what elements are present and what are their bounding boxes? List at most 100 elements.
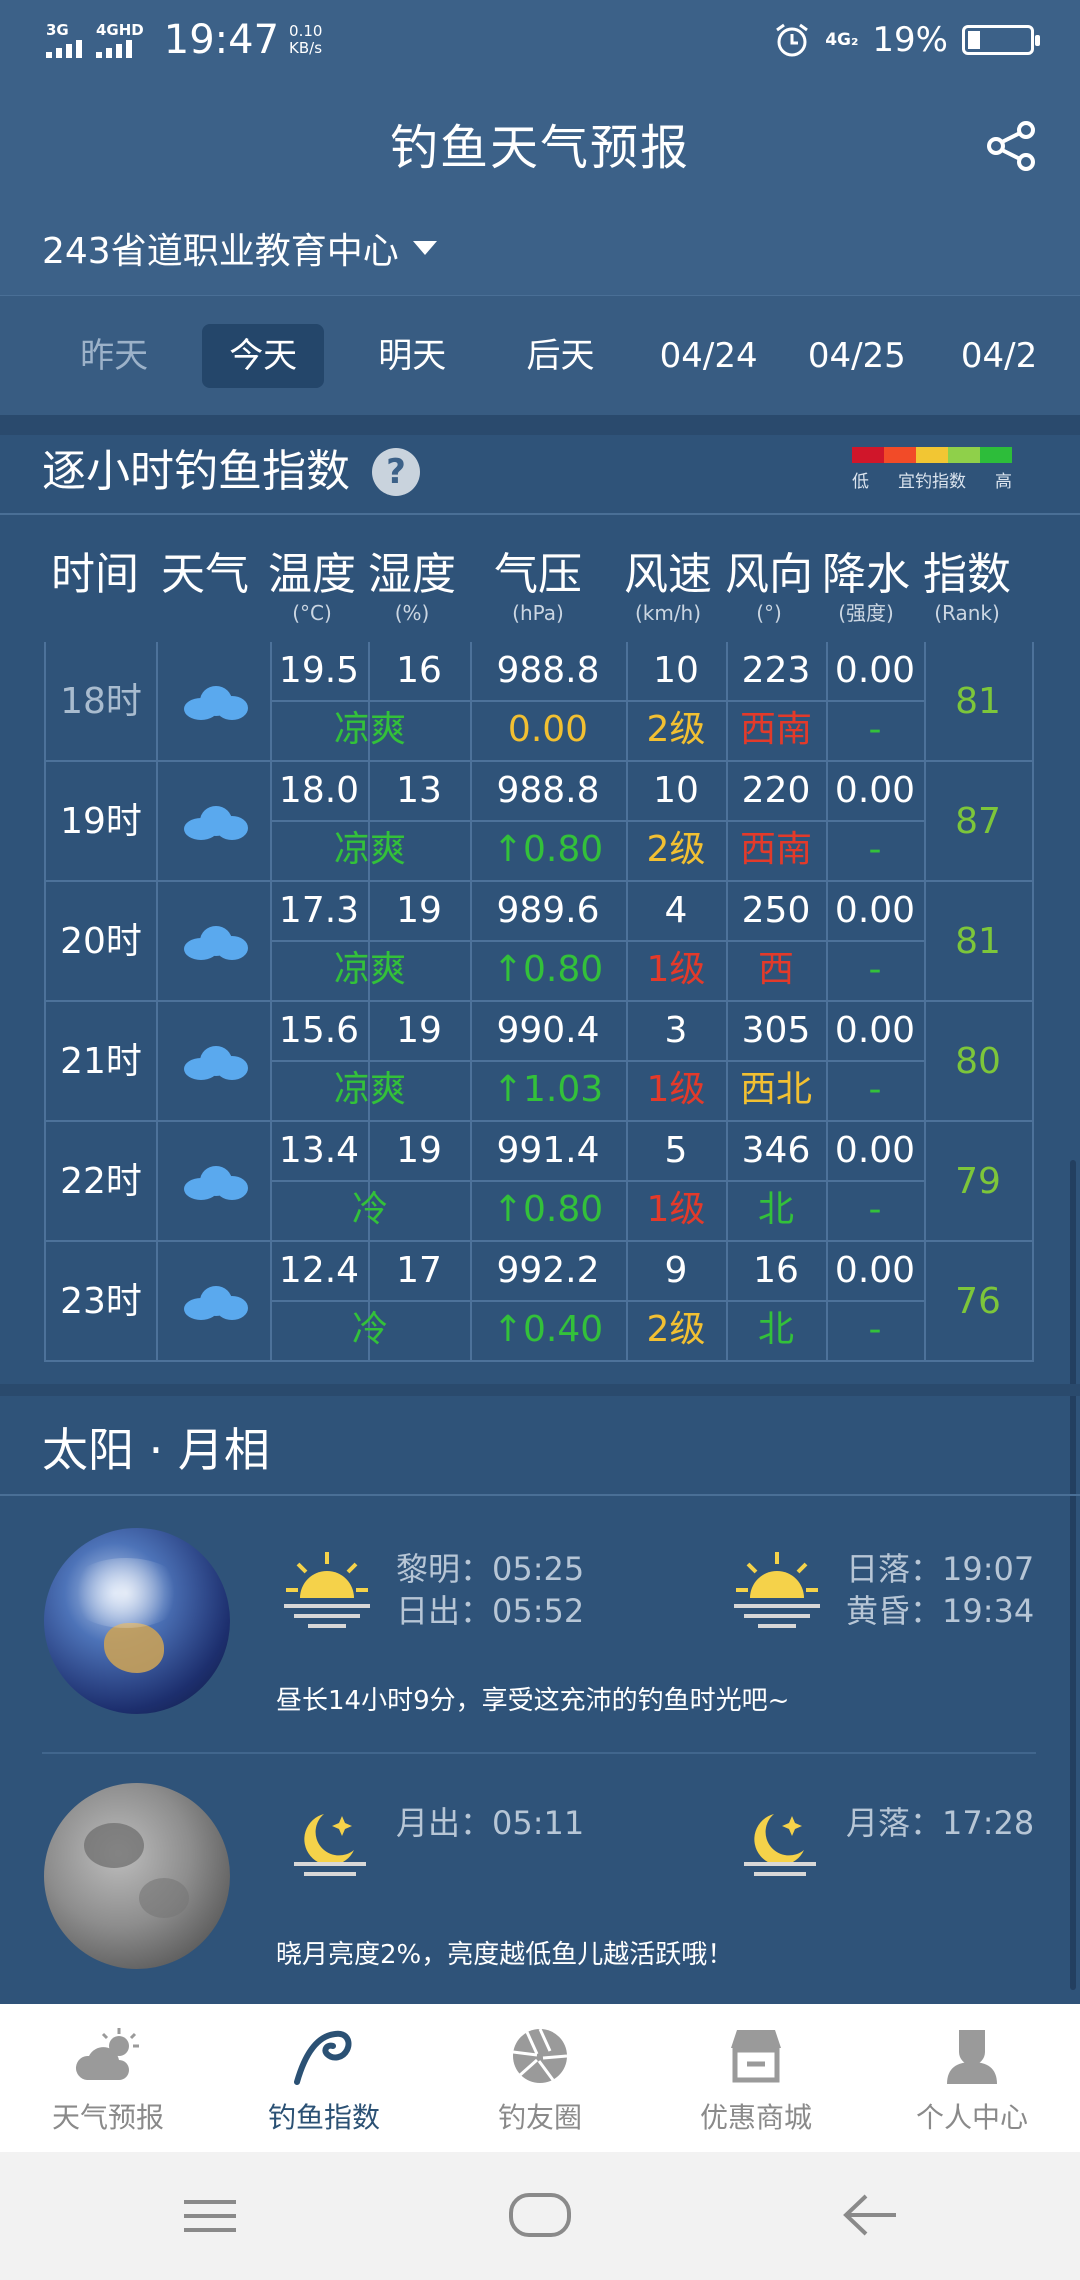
wind-level-cell: 1级 [646,1189,706,1230]
grid-line [156,882,158,1000]
comfort-cell: 凉爽 [333,1069,406,1110]
column-unit: (°C) [292,601,332,625]
fishing-index-cell: 81 [955,681,1001,722]
wind-speed-cell: 3 [664,1010,688,1051]
tab-tomorrow[interactable]: 明天 [338,324,486,388]
tab-today[interactable]: 今天 [202,323,325,388]
fishing-index-cell: 76 [955,1281,1001,1322]
wind-direction-cell: 346 [741,1130,811,1171]
tab-date[interactable]: 04/2 [931,324,1080,388]
hour-cell: 21时 [60,1041,142,1082]
chevron-down-icon [412,241,437,255]
table-column-headers: 时间 天气 温度 (°C) 湿度 (%) 气压 (hPa) 风速 (km/h) 风向 (°) 降水 (强度… [42,548,1042,638]
comfort-cell: 冷 [351,1309,388,1350]
sunset-time: 日落：19:07 [846,1550,1035,1588]
menu-icon[interactable] [180,2196,240,2236]
wind-direction-name-cell: 西南 [739,709,812,750]
comfort-cell: 凉爽 [333,709,406,750]
column-header: 风向 (°) [714,548,824,624]
table-row: 23时 12.4 17 992.2 9 16 0.00 冷 ↑0.40 2级 北 - 76 [44,1242,1034,1362]
moonset-icon [744,1814,816,1876]
column-title: 风速 [624,549,712,600]
sun-moon-header: 太阳 · 月相 [0,1396,1080,1496]
pressure-change-cell: ↑0.40 [492,1309,604,1350]
humidity-cell: 19 [396,890,442,931]
section-title: 太阳 · 月相 [42,1423,270,1477]
precipitation-level-cell: - [868,709,882,750]
fishing-index-legend: 低 宜钓指数 高 [852,447,1012,492]
help-icon[interactable]: ? [372,448,420,496]
nav-discount-mall[interactable]: 优惠商城 [648,2004,864,2152]
column-title: 温度 [268,549,356,600]
location-selector[interactable]: 243省道职业教育中心 [42,222,437,274]
column-title: 风向 [725,549,813,600]
tab-day-after[interactable]: 后天 [486,324,634,388]
divider [42,1752,1036,1754]
pressure-change-cell: 0.00 [507,709,589,750]
wind-level-cell: 2级 [646,709,706,750]
wind-level-cell: 1级 [646,949,706,990]
nav-fishing-index[interactable]: 钓鱼指数 [216,2004,432,2152]
share-icon[interactable] [984,118,1040,174]
legend-high: 高 [995,472,1012,492]
pressure-cell: 988.8 [496,650,600,691]
app-screen: 3G 4GHD 19:47 0.10 KB/s 4G₂ 19% 钓鱼天气预报 2 [0,0,1080,2280]
column-header: 天气 [150,548,260,602]
hourly-table: 18时 19.5 16 988.8 10 223 0.00 凉爽 0.00 2级 西南 -81 19时 1… [44,642,1034,1362]
home-icon[interactable] [508,2190,572,2240]
column-header: 指数 (Rank) [912,548,1022,624]
sunset-icon [734,1552,820,1628]
cloud-icon [184,684,248,720]
column-header: 时间 [40,548,150,602]
pressure-cell: 992.2 [496,1250,600,1291]
pressure-cell: 988.8 [496,770,600,811]
column-title: 时间 [51,549,139,600]
moonset-time: 月落：17:28 [846,1804,1035,1842]
wind-speed-cell: 4 [664,890,688,931]
grid-line [156,642,158,760]
wind-direction-cell: 250 [741,890,811,931]
nav-label: 天气预报 [51,2101,164,2134]
network-speed: 0.10 KB/s [289,22,323,57]
bottom-navigation: 天气预报 钓鱼指数 钓友圈 优惠商城 个人中心 [0,2004,1080,2152]
column-title: 气压 [494,549,582,600]
moon-image [44,1783,230,1969]
legend-color-bar [852,447,1012,463]
table-row: 20时 17.3 19 989.6 4 250 0.00 凉爽 ↑0.80 1级 西 - 81 [44,882,1034,1002]
aperture-icon [512,2028,568,2083]
humidity-cell: 16 [396,650,442,691]
nav-weather-forecast[interactable]: 天气预报 [0,2004,216,2152]
tab-date[interactable]: 04/24 [635,324,783,388]
nav-label: 钓友圈 [497,2101,582,2134]
temperature-cell: 12.4 [278,1250,360,1291]
system-navigation-bar [0,2152,1080,2280]
legend-swatch [948,447,980,463]
table-row: 19时 18.0 13 988.8 10 220 0.00 凉爽 ↑0.80 2级 西南 - 87 [44,762,1034,882]
wind-direction-cell: 16 [753,1250,799,1291]
moonrise-icon [294,1814,366,1876]
pressure-change-cell: ↑0.80 [492,949,604,990]
precipitation-cell: 0.00 [834,1250,916,1291]
comfort-cell: 凉爽 [333,829,406,870]
grid-line [156,1242,158,1360]
column-unit: (°) [756,601,782,625]
back-icon[interactable] [840,2192,900,2238]
scrollbar[interactable] [1070,1160,1076,1990]
tab-yesterday[interactable]: 昨天 [40,324,188,388]
fishing-index-cell: 81 [955,921,1001,962]
fishing-hook-icon [294,2030,352,2085]
precipitation-cell: 0.00 [834,770,916,811]
precipitation-level-cell: - [868,829,882,870]
temperature-cell: 18.0 [278,770,360,811]
pressure-change-cell: ↑0.80 [492,829,604,870]
precipitation-level-cell: - [868,1069,882,1110]
network-4g: 4GHD [96,22,144,58]
humidity-cell: 19 [396,1130,442,1171]
clock: 19:47 [163,17,280,63]
nav-personal-center[interactable]: 个人中心 [864,2004,1080,2152]
column-header: 风速 (km/h) [613,548,723,624]
pressure-cell: 989.6 [496,890,600,931]
tab-date[interactable]: 04/25 [783,324,931,388]
user-icon [947,2030,997,2084]
nav-angler-circle[interactable]: 钓友圈 [432,2004,648,2152]
